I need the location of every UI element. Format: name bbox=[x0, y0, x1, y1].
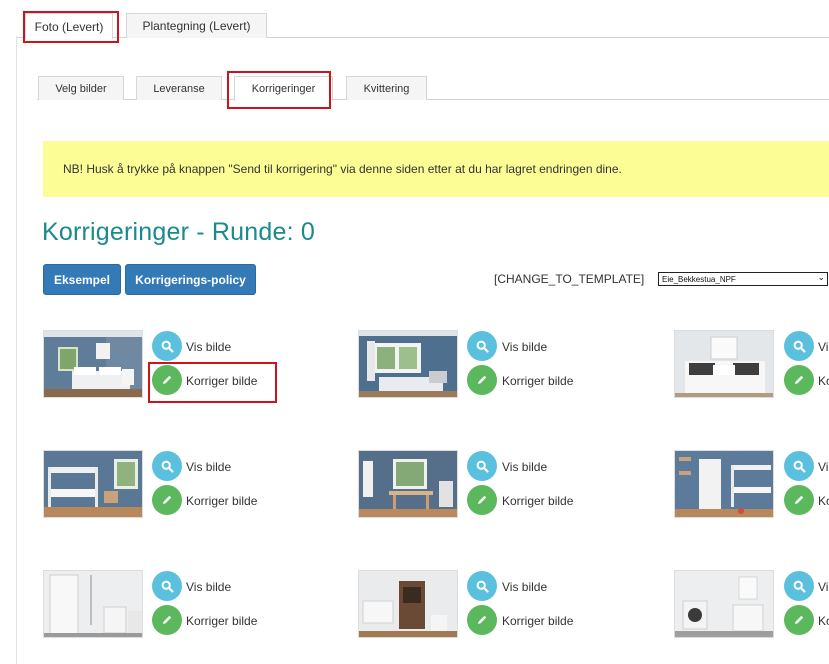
view-image-button-3[interactable] bbox=[784, 331, 814, 361]
top-tab-bar: Foto (Levert) Plantegning (Levert) bbox=[0, 0, 829, 40]
notice-text: NB! Husk å trykke på knappen "Send til k… bbox=[63, 162, 622, 176]
image-thumbnail-9[interactable] bbox=[674, 570, 774, 638]
desk-room-photo bbox=[359, 451, 457, 517]
pencil-icon bbox=[163, 495, 172, 504]
edit-image-label-6[interactable]: Ko bbox=[818, 494, 829, 508]
edit-image-button-1[interactable] bbox=[152, 365, 182, 395]
example-button[interactable]: Eksempel bbox=[43, 264, 121, 295]
search-icon bbox=[793, 460, 806, 473]
search-icon bbox=[161, 580, 174, 593]
view-image-button-1[interactable] bbox=[152, 331, 182, 361]
image-thumbnail-8[interactable] bbox=[358, 570, 458, 638]
view-image-label-2[interactable]: Vis bilde bbox=[502, 340, 547, 354]
bathroom-laundry-photo bbox=[675, 571, 773, 637]
search-icon bbox=[476, 340, 489, 353]
image-thumbnail-4[interactable] bbox=[43, 450, 143, 518]
view-image-button-4[interactable] bbox=[152, 451, 182, 481]
edit-image-label-1[interactable]: Korriger bilde bbox=[186, 374, 257, 388]
tab-kvittering[interactable]: Kvittering bbox=[346, 76, 427, 100]
edit-image-label-8[interactable]: Korriger bilde bbox=[502, 614, 573, 628]
pencil-icon bbox=[163, 375, 172, 384]
bunk-room-door-photo bbox=[675, 451, 773, 517]
tab-plantegning-levert[interactable]: Plantegning (Levert) bbox=[126, 13, 267, 38]
edit-image-button-9[interactable] bbox=[784, 605, 814, 635]
template-label: [CHANGE_TO_TEMPLATE] bbox=[494, 272, 645, 286]
view-image-button-9[interactable] bbox=[784, 571, 814, 601]
tab-foto-levert[interactable]: Foto (Levert) bbox=[25, 13, 113, 39]
view-image-label-1[interactable]: Vis bilde bbox=[186, 340, 231, 354]
pencil-icon bbox=[795, 615, 804, 624]
page-title: Korrigeringer - Runde: 0 bbox=[42, 218, 315, 246]
bunk-room-photo bbox=[44, 451, 142, 517]
image-thumbnail-7[interactable] bbox=[43, 570, 143, 638]
pencil-icon bbox=[795, 495, 804, 504]
edit-image-button-6[interactable] bbox=[784, 485, 814, 515]
image-thumbnail-5[interactable] bbox=[358, 450, 458, 518]
search-icon bbox=[161, 340, 174, 353]
image-thumbnail-6[interactable] bbox=[674, 450, 774, 518]
image-thumbnail-2[interactable] bbox=[358, 330, 458, 398]
view-image-label-3[interactable]: Vi bbox=[818, 340, 828, 354]
correction-policy-button[interactable]: Korrigerings-policy bbox=[125, 264, 256, 295]
view-image-label-4[interactable]: Vis bilde bbox=[186, 460, 231, 474]
bathroom-door-photo bbox=[359, 571, 457, 637]
edit-image-button-4[interactable] bbox=[152, 485, 182, 515]
chevron-down-icon: ⌄ bbox=[817, 272, 825, 282]
template-select-value: Eie_Bekkestua_NPF bbox=[662, 274, 736, 284]
view-image-button-2[interactable] bbox=[467, 331, 497, 361]
edit-image-label-4[interactable]: Korriger bilde bbox=[186, 494, 257, 508]
pencil-icon bbox=[163, 615, 172, 624]
edit-image-button-7[interactable] bbox=[152, 605, 182, 635]
edit-image-label-7[interactable]: Korriger bilde bbox=[186, 614, 257, 628]
edit-image-button-8[interactable] bbox=[467, 605, 497, 635]
page: Foto (Levert) Plantegning (Levert) Velg … bbox=[0, 0, 829, 664]
bedroom-window-photo bbox=[359, 331, 457, 397]
bathroom-shower-photo bbox=[44, 571, 142, 637]
view-image-label-5[interactable]: Vis bilde bbox=[502, 460, 547, 474]
edit-image-label-5[interactable]: Korriger bilde bbox=[502, 494, 573, 508]
tab-korrigeringer[interactable]: Korrigeringer bbox=[234, 76, 333, 101]
search-icon bbox=[161, 460, 174, 473]
edit-image-button-3[interactable] bbox=[784, 365, 814, 395]
template-select[interactable]: Eie_Bekkestua_NPF ⌄ bbox=[658, 272, 828, 286]
pencil-icon bbox=[478, 375, 487, 384]
edit-image-button-5[interactable] bbox=[467, 485, 497, 515]
bedroom-photo bbox=[44, 331, 142, 397]
bedroom-white-photo bbox=[675, 331, 773, 397]
search-icon bbox=[793, 580, 806, 593]
view-image-button-6[interactable] bbox=[784, 451, 814, 481]
edit-image-button-2[interactable] bbox=[467, 365, 497, 395]
view-image-label-7[interactable]: Vis bilde bbox=[186, 580, 231, 594]
view-image-label-6[interactable]: Vi bbox=[818, 460, 828, 474]
search-icon bbox=[476, 460, 489, 473]
view-image-label-8[interactable]: Vis bilde bbox=[502, 580, 547, 594]
notice-banner: NB! Husk å trykke på knappen "Send til k… bbox=[43, 141, 829, 197]
edit-image-label-2[interactable]: Korriger bilde bbox=[502, 374, 573, 388]
view-image-button-8[interactable] bbox=[467, 571, 497, 601]
edit-image-label-9[interactable]: Ko bbox=[818, 614, 829, 628]
pencil-icon bbox=[478, 615, 487, 624]
view-image-button-7[interactable] bbox=[152, 571, 182, 601]
left-border bbox=[16, 36, 17, 664]
image-thumbnail-3[interactable] bbox=[674, 330, 774, 398]
pencil-icon bbox=[478, 495, 487, 504]
view-image-label-9[interactable]: Vi bbox=[818, 580, 828, 594]
search-icon bbox=[476, 580, 489, 593]
tab-velg-bilder[interactable]: Velg bilder bbox=[38, 76, 124, 100]
tab-leveranse[interactable]: Leveranse bbox=[136, 76, 222, 100]
search-icon bbox=[793, 340, 806, 353]
view-image-button-5[interactable] bbox=[467, 451, 497, 481]
image-thumbnail-1[interactable] bbox=[43, 330, 143, 398]
pencil-icon bbox=[795, 375, 804, 384]
edit-image-label-3[interactable]: Ko bbox=[818, 374, 829, 388]
